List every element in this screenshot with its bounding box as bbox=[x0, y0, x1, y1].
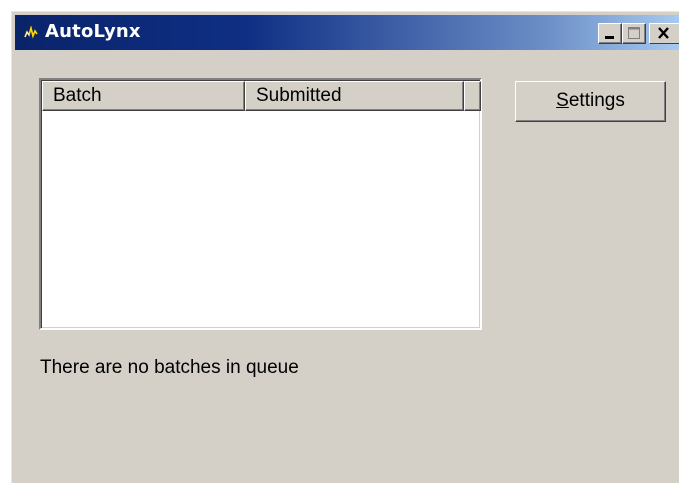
minimize-icon bbox=[605, 36, 614, 39]
autolynx-window: AutoLynx Batch Submitted Settings There … bbox=[11, 11, 679, 483]
column-header-filler bbox=[464, 81, 481, 111]
batch-list[interactable]: Batch Submitted bbox=[39, 78, 482, 330]
title-bar[interactable]: AutoLynx bbox=[15, 15, 679, 50]
autolynx-app-icon[interactable] bbox=[24, 24, 38, 40]
maximize-button[interactable] bbox=[622, 23, 646, 44]
minimize-button[interactable] bbox=[598, 23, 622, 44]
settings-label: ettings bbox=[568, 90, 625, 111]
settings-button[interactable]: Settings bbox=[515, 81, 666, 122]
window-title: AutoLynx bbox=[45, 21, 141, 42]
batch-list-header: Batch Submitted bbox=[42, 81, 481, 111]
maximize-icon bbox=[628, 27, 640, 39]
column-header-submitted[interactable]: Submitted bbox=[245, 81, 464, 111]
close-icon bbox=[658, 27, 669, 39]
settings-accelerator: S bbox=[556, 90, 569, 111]
close-button[interactable] bbox=[649, 23, 679, 44]
queue-status-text: There are no batches in queue bbox=[40, 357, 299, 378]
column-header-batch[interactable]: Batch bbox=[42, 81, 245, 111]
